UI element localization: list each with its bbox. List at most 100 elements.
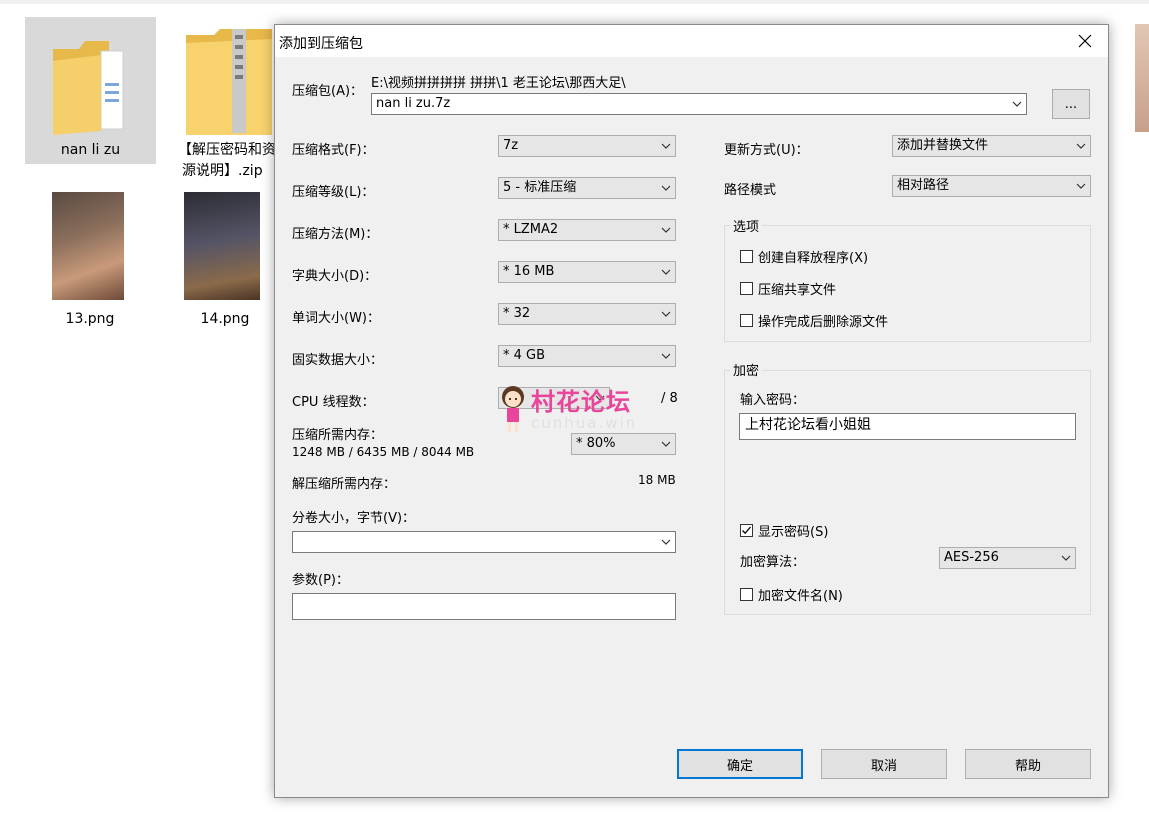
word-label: 单词大小(W)： bbox=[292, 311, 380, 326]
level-value: 5 - 标准压缩 bbox=[503, 180, 577, 195]
checkbox-box bbox=[740, 250, 753, 263]
split-size-combo[interactable] bbox=[292, 531, 676, 553]
checkbox-box bbox=[740, 282, 753, 295]
cpu-label: CPU 线程数： bbox=[292, 395, 375, 410]
chevron-down-icon bbox=[661, 141, 671, 151]
chevron-down-icon bbox=[1076, 141, 1086, 151]
params-label: 参数(P)： bbox=[292, 573, 349, 588]
cpu-total: / 8 bbox=[661, 391, 678, 406]
chevron-down-icon bbox=[1076, 181, 1086, 191]
solid-select[interactable]: * 4 GB bbox=[498, 345, 676, 367]
shared-label: 压缩共享文件 bbox=[758, 283, 837, 298]
show-password-checkbox[interactable]: 显示密码(S) bbox=[740, 521, 828, 540]
image-thumbnail bbox=[184, 192, 260, 300]
enc-method-label: 加密算法： bbox=[740, 555, 806, 570]
add-to-archive-dialog: 添加到压缩包 压缩包(A)： E:\视频拼拼拼拼 拼拼\1 老王论坛\那西大足\… bbox=[274, 24, 1109, 798]
file-13-png[interactable]: 13.png bbox=[30, 190, 150, 330]
file-name: 13.png bbox=[65, 311, 115, 327]
file-folder-nan-li-zu[interactable]: nan li zu bbox=[25, 17, 156, 164]
checkbox-box bbox=[740, 524, 753, 537]
method-select[interactable]: * LZMA2 bbox=[498, 219, 676, 241]
zip-folder-icon bbox=[186, 29, 272, 135]
encrypt-names-checkbox[interactable]: 加密文件名(N) bbox=[740, 585, 843, 604]
mem-percent-select[interactable]: * 80% bbox=[571, 433, 676, 455]
close-icon bbox=[1078, 34, 1092, 48]
pathmode-label: 路径模式 bbox=[724, 183, 777, 198]
mem-compress-value: 1248 MB / 6435 MB / 8044 MB bbox=[292, 445, 475, 459]
chevron-down-icon bbox=[1061, 553, 1071, 563]
mem-compress-label: 压缩所需内存： bbox=[292, 428, 384, 443]
level-select[interactable]: 5 - 标准压缩 bbox=[498, 177, 676, 199]
chevron-down-icon bbox=[661, 439, 671, 449]
watermark-subtext: cunhua.win bbox=[531, 414, 638, 432]
chevron-down-icon bbox=[661, 309, 671, 319]
chevron-down-icon bbox=[661, 183, 671, 193]
right-edge-thumbnail bbox=[1135, 24, 1149, 132]
file-name: nan li zu bbox=[60, 142, 121, 158]
solid-value: * 4 GB bbox=[503, 348, 546, 363]
image-thumbnail bbox=[52, 192, 124, 300]
dialog-title: 添加到压缩包 bbox=[279, 36, 363, 52]
checkbox-box bbox=[740, 314, 753, 327]
browse-button[interactable]: ... bbox=[1052, 89, 1090, 119]
sfx-label: 创建自释放程序(X) bbox=[758, 251, 869, 266]
file-name: 14.png bbox=[200, 311, 250, 327]
options-group-title: 选项 bbox=[730, 216, 763, 235]
chevron-down-icon bbox=[661, 351, 671, 361]
dialog-titlebar[interactable]: 添加到压缩包 bbox=[275, 25, 1108, 57]
help-button[interactable]: 帮助 bbox=[965, 749, 1091, 779]
mem-decompress-value: 18 MB bbox=[638, 473, 676, 487]
level-label: 压缩等级(L)： bbox=[292, 185, 375, 200]
password-input[interactable]: 上村花论坛看小姐姐 bbox=[739, 413, 1076, 440]
chevron-down-icon bbox=[661, 225, 671, 235]
encrypt-names-label: 加密文件名(N) bbox=[758, 589, 843, 604]
encryption-group-title: 加密 bbox=[730, 360, 763, 379]
dict-label: 字典大小(D)： bbox=[292, 269, 378, 284]
enc-method-select[interactable]: AES-256 bbox=[939, 547, 1076, 569]
show-password-label: 显示密码(S) bbox=[758, 525, 829, 540]
cancel-button[interactable]: 取消 bbox=[821, 749, 947, 779]
enc-method-value: AES-256 bbox=[944, 550, 999, 565]
delete-label: 操作完成后删除源文件 bbox=[758, 315, 889, 330]
file-name-line2: 源说明】.zip bbox=[182, 163, 263, 179]
dict-value: * 16 MB bbox=[503, 264, 555, 279]
file-14-png[interactable]: 14.png bbox=[165, 190, 285, 330]
method-value: * LZMA2 bbox=[503, 222, 559, 237]
archive-filename: nan li zu.7z bbox=[376, 96, 451, 111]
format-value: 7z bbox=[503, 138, 519, 153]
chevron-down-icon bbox=[1012, 99, 1022, 109]
password-label: 输入密码： bbox=[740, 393, 806, 408]
params-input[interactable] bbox=[292, 593, 676, 620]
archive-path: E:\视频拼拼拼拼 拼拼\1 老王论坛\那西大足\ bbox=[371, 76, 626, 91]
mem-percent-value: * 80% bbox=[576, 436, 616, 451]
format-select[interactable]: 7z bbox=[498, 135, 676, 157]
format-label: 压缩格式(F)： bbox=[292, 143, 375, 158]
word-select[interactable]: * 32 bbox=[498, 303, 676, 325]
shared-checkbox[interactable]: 压缩共享文件 bbox=[740, 279, 836, 298]
dict-select[interactable]: * 16 MB bbox=[498, 261, 676, 283]
split-label: 分卷大小，字节(V)： bbox=[292, 511, 416, 526]
site-watermark: 村花论坛 cunhua.win bbox=[497, 382, 657, 434]
word-value: * 32 bbox=[503, 306, 531, 321]
archive-label: 压缩包(A)： bbox=[292, 84, 364, 99]
delete-source-checkbox[interactable]: 操作完成后删除源文件 bbox=[740, 311, 888, 330]
ok-button[interactable]: 确定 bbox=[677, 749, 803, 779]
chevron-down-icon bbox=[661, 537, 671, 547]
checkmark-icon bbox=[742, 526, 751, 535]
solid-label: 固实数据大小： bbox=[292, 353, 384, 368]
update-label: 更新方式(U)： bbox=[724, 143, 809, 158]
checkbox-box bbox=[740, 588, 753, 601]
close-button[interactable] bbox=[1062, 25, 1108, 57]
path-mode-value: 相对路径 bbox=[897, 178, 950, 193]
file-name-line1: 【解压密码和资 bbox=[178, 142, 276, 158]
cartoon-girl-icon bbox=[502, 386, 524, 432]
watermark-text: 村花论坛 bbox=[531, 388, 631, 416]
window-top-edge bbox=[0, 0, 1149, 4]
mem-decompress-label: 解压缩所需内存： bbox=[292, 477, 397, 492]
method-label: 压缩方法(M)： bbox=[292, 227, 379, 242]
archive-filename-combo[interactable]: nan li zu.7z bbox=[371, 93, 1027, 115]
update-mode-select[interactable]: 添加并替换文件 bbox=[892, 135, 1091, 157]
file-zip-readme[interactable]: 【解压密码和资 源说明】.zip bbox=[160, 17, 278, 187]
sfx-checkbox[interactable]: 创建自释放程序(X) bbox=[740, 247, 868, 266]
path-mode-select[interactable]: 相对路径 bbox=[892, 175, 1091, 197]
